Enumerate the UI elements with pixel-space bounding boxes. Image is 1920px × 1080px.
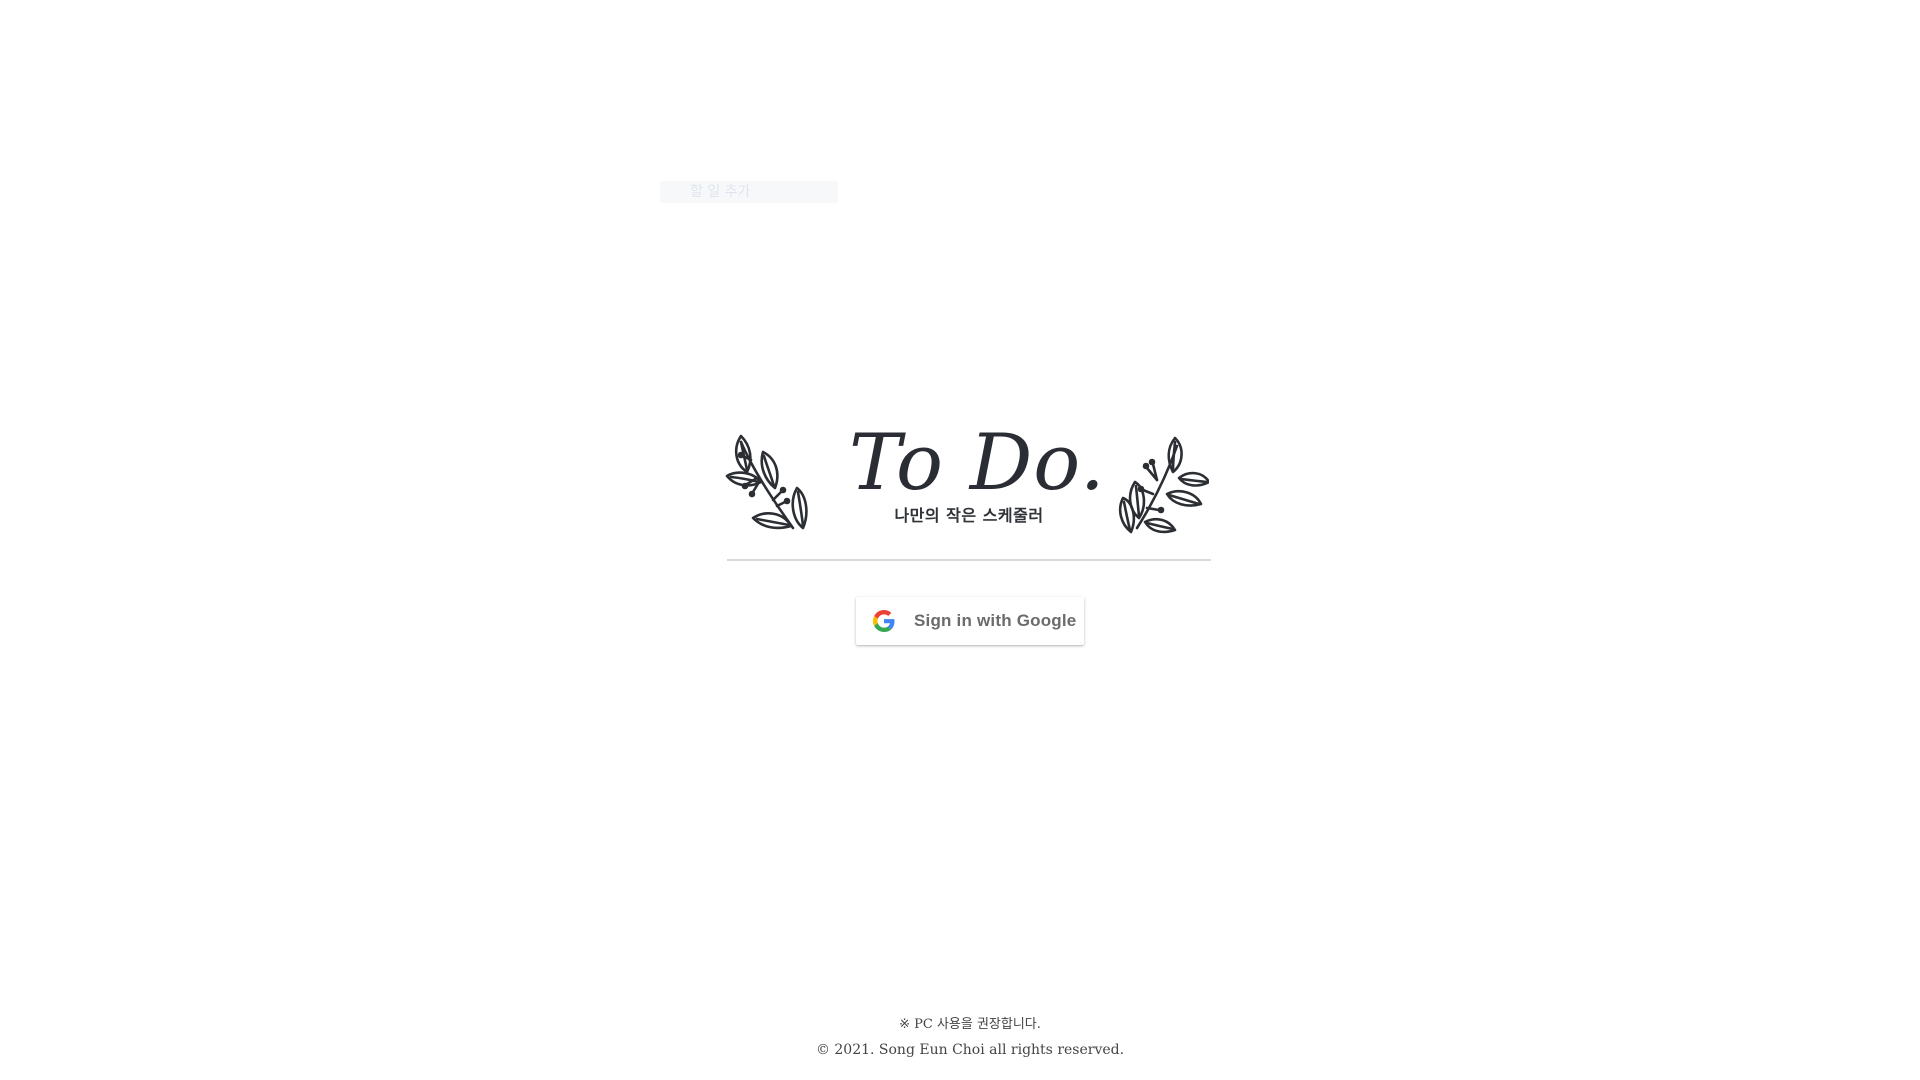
leaf-branch-icon-right <box>1118 436 1209 534</box>
google-g-icon <box>860 597 908 645</box>
leaf-branch-icon-left <box>725 434 808 530</box>
app-subtitle: 나만의 작은 스케줄러 <box>894 506 1044 525</box>
hero-logo: To Do. 나만의 작은 스케줄러 <box>723 420 1209 560</box>
login-page: 할 일 추가 To Do. 나만의 작은 스케줄러 Sign in with G… <box>0 0 1920 1080</box>
footer-note: ※ PC 사용을 권장합니다. <box>899 1017 1041 1032</box>
footer: ※ PC 사용을 권장합니다. © 2021. Song Eun Choi al… <box>0 1015 1920 1060</box>
faint-toast-text: 할 일 추가 <box>690 184 751 200</box>
footer-copyright: © 2021. Song Eun Choi all rights reserve… <box>815 1042 1125 1058</box>
faint-toast-message: 할 일 추가 <box>660 181 838 203</box>
google-signin-label: Sign in with Google <box>914 611 1077 630</box>
google-signin-button[interactable]: Sign in with Google <box>856 597 1084 645</box>
divider-line <box>727 559 1211 561</box>
